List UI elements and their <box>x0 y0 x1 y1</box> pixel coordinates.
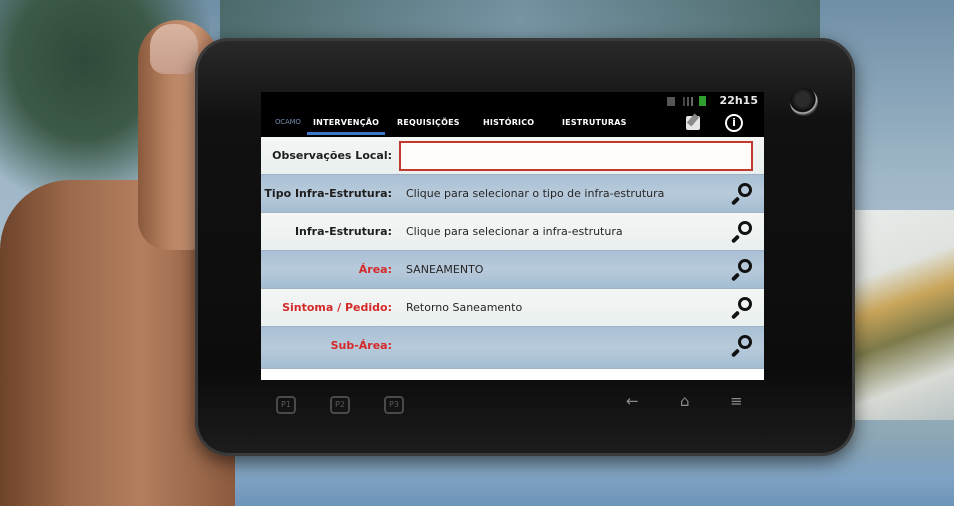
status-bar: 22h15 <box>261 92 764 109</box>
infra-value[interactable]: Clique para selecionar a infra-estrutura <box>406 225 623 238</box>
tipo-infra-value[interactable]: Clique para selecionar o tipo de infra-e… <box>406 187 664 200</box>
app-logo: OCAMO <box>275 118 301 126</box>
observacoes-input[interactable] <box>399 141 753 171</box>
tipo-infra-label: Tipo Infra-Estrutura: <box>264 187 392 200</box>
search-icon[interactable] <box>730 183 752 206</box>
infra-label: Infra-Estrutura: <box>294 225 392 238</box>
tipo-infra-row[interactable]: Tipo Infra-Estrutura: Clique para seleci… <box>261 175 764 213</box>
status-time: 22h15 <box>719 94 758 107</box>
area-value[interactable]: SANEAMENTO <box>406 263 483 276</box>
tab-iestruturas[interactable]: IESTRUTURAS <box>562 118 627 127</box>
softkey-p3[interactable]: P3 <box>384 396 404 414</box>
area-label: Área: <box>358 263 392 276</box>
tab-historico[interactable]: HISTÓRICO <box>483 118 534 127</box>
thumb-nail <box>150 24 198 74</box>
search-icon[interactable] <box>730 259 752 282</box>
back-icon[interactable]: ← <box>626 392 639 410</box>
search-icon[interactable] <box>730 297 752 320</box>
info-icon[interactable]: i <box>725 114 743 132</box>
background-wall <box>844 210 954 420</box>
search-icon[interactable] <box>730 221 752 244</box>
edit-note-icon[interactable] <box>686 116 700 130</box>
sintoma-value[interactable]: Retorno Saneamento <box>406 301 522 314</box>
area-row[interactable]: Área: SANEAMENTO <box>261 251 764 289</box>
sintoma-label: Sintoma / Pedido: <box>282 301 392 314</box>
home-icon[interactable]: ⌂ <box>680 392 690 410</box>
sd-card-icon <box>667 96 675 106</box>
softkey-p1[interactable]: P1 <box>276 396 296 414</box>
tab-bar: OCAMO INTERVENÇÃO REQUISIÇÕES HISTÓRICO … <box>261 109 764 137</box>
subarea-row[interactable]: Sub-Área: <box>261 327 764 369</box>
search-icon[interactable] <box>730 335 752 358</box>
observacoes-row: Observações Local: <box>261 137 764 175</box>
intervention-form: Observações Local: Tipo Infra-Estrutura:… <box>261 137 764 380</box>
background-plant-top <box>220 0 820 40</box>
camera-lens <box>790 88 818 116</box>
tablet-screen: 22h15 OCAMO INTERVENÇÃO REQUISIÇÕES HIST… <box>261 92 764 380</box>
tab-requisicoes[interactable]: REQUISIÇÕES <box>397 118 460 127</box>
subarea-label: Sub-Área: <box>330 339 392 352</box>
tab-intervencao[interactable]: INTERVENÇÃO <box>306 118 386 135</box>
sintoma-row[interactable]: Sintoma / Pedido: Retorno Saneamento <box>261 289 764 327</box>
signal-icon <box>681 96 693 106</box>
status-icons <box>667 96 706 106</box>
softkey-p2[interactable]: P2 <box>330 396 350 414</box>
battery-icon <box>699 96 706 106</box>
menu-icon[interactable]: ≡ <box>730 392 743 410</box>
infra-row[interactable]: Infra-Estrutura: Clique para selecionar … <box>261 213 764 251</box>
observacoes-label: Observações Local: <box>272 149 392 162</box>
